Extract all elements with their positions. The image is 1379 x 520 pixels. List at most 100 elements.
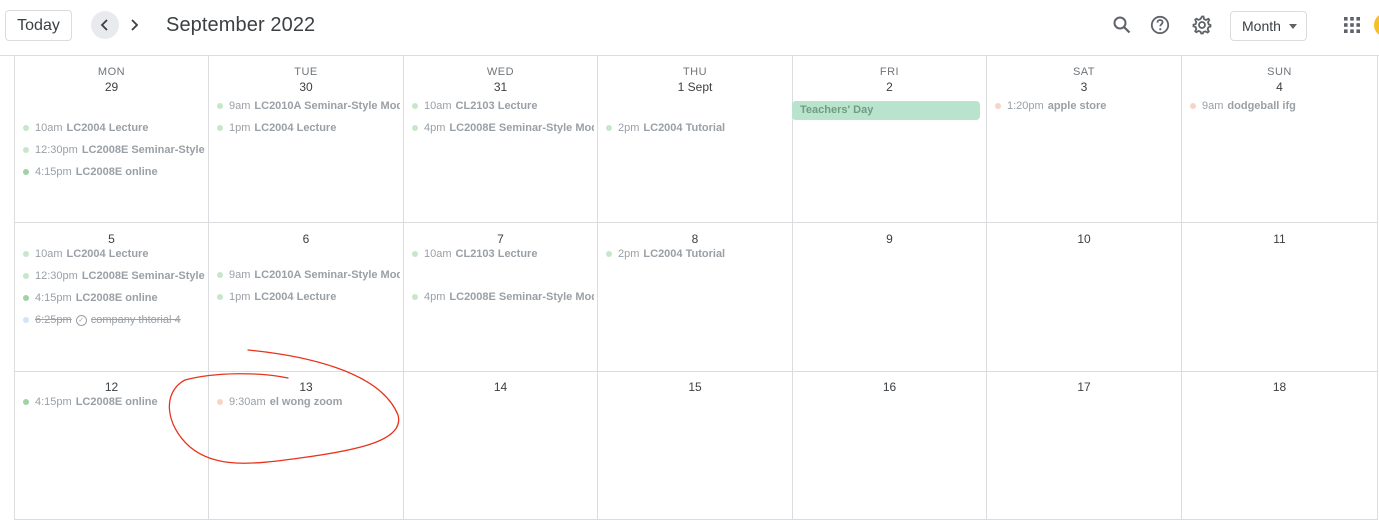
calendar-event[interactable]: 2pm LC2004 Tutorial (606, 246, 789, 262)
event-color-dot (412, 294, 418, 300)
view-selector-label: Month (1242, 18, 1281, 34)
day-cell[interactable]: TUE 30 9am LC2010A Seminar-Style Mod 1pm LC20… (209, 56, 404, 223)
calendar-event[interactable]: 9am LC2010A Seminar-Style Mod (217, 98, 400, 114)
day-number[interactable]: 16 (793, 380, 986, 394)
day-cell[interactable]: MON 29 10am LC2004 Lecture 12:30pm LC2008E Se… (15, 56, 209, 223)
day-cell[interactable]: 12 4:15pm LC2008E online (15, 372, 209, 520)
calendar-event[interactable]: 4pm LC2008E Seminar-Style Modu (412, 289, 594, 305)
day-number[interactable]: 17 (987, 380, 1181, 394)
day-cell[interactable]: 8 2pm LC2004 Tutorial (598, 223, 793, 372)
calendar-event[interactable]: 10am LC2004 Lecture (23, 246, 205, 262)
chevron-right-icon (131, 19, 139, 31)
event-title: dodgeball ifg (1227, 100, 1296, 112)
day-cell[interactable]: 14 (404, 372, 598, 520)
event-title: LC2004 Lecture (66, 248, 149, 260)
event-title: LC2010A Seminar-Style Mod (254, 269, 400, 281)
day-number[interactable]: 9 (793, 232, 986, 246)
day-number[interactable]: 5 (15, 232, 208, 246)
next-month-button[interactable] (120, 11, 148, 39)
calendar-event[interactable]: 4:15pm LC2008E online (23, 164, 205, 180)
calendar-event[interactable]: 9:30am el wong zoom (217, 394, 400, 410)
event-color-dot (606, 125, 612, 131)
day-cell[interactable]: 17 (987, 372, 1182, 520)
help-button[interactable] (1148, 13, 1172, 37)
day-cell[interactable]: SUN 4 9am dodgeball ifg (1182, 56, 1378, 223)
event-time: 4:15pm (35, 292, 72, 304)
settings-button[interactable] (1190, 13, 1214, 37)
day-cell[interactable]: 13 9:30am el wong zoom (209, 372, 404, 520)
calendar-event[interactable]: 9am dodgeball ifg (1190, 98, 1374, 114)
day-cell[interactable]: FRI 2 Teachers' Day (792, 56, 987, 223)
calendar-event[interactable]: 4:15pm LC2008E online (23, 290, 205, 306)
day-cell[interactable]: 10 (987, 223, 1182, 372)
event-color-dot (995, 103, 1001, 109)
day-cell[interactable]: THU 1 Sept 2pm LC2004 Tutorial (598, 56, 793, 223)
calendar-event[interactable]: 10am CL2103 Lecture (412, 98, 594, 114)
calendar-event[interactable]: 1:20pm apple store (995, 98, 1178, 114)
event-time: 10am (424, 100, 452, 112)
event-title: LC2004 Tutorial (643, 248, 726, 260)
day-number[interactable]: 1 Sept (598, 80, 792, 94)
day-cell[interactable]: 18 (1182, 372, 1378, 520)
day-number[interactable]: 3 (987, 80, 1181, 94)
all-day-event[interactable]: Teachers' Day (792, 101, 980, 120)
day-number[interactable]: 31 (404, 80, 597, 94)
calendar-event[interactable]: 6:25pm ✓ company thtorial 4 (23, 312, 205, 328)
day-number[interactable]: 4 (1182, 80, 1377, 94)
event-color-dot (23, 317, 29, 323)
day-number[interactable]: 14 (404, 380, 597, 394)
day-cell[interactable]: 11 (1182, 223, 1378, 372)
day-number[interactable]: 10 (987, 232, 1181, 246)
day-number[interactable]: 12 (15, 380, 208, 394)
avatar[interactable] (1374, 13, 1379, 37)
task-done-icon: ✓ (75, 314, 87, 326)
calendar-event[interactable]: 4pm LC2008E Seminar-Style Modu (412, 120, 594, 136)
day-of-week-label: WED (486, 66, 515, 78)
calendar-event[interactable]: 1pm LC2004 Lecture (217, 289, 400, 305)
event-title: LC2008E online (75, 396, 158, 408)
event-time: 9am (1202, 100, 1224, 112)
day-cell[interactable]: 6 9am LC2010A Seminar-Style Mod 1pm LC2004 L… (209, 223, 404, 372)
event-time: 12:30pm (35, 144, 78, 156)
day-number[interactable]: 8 (598, 232, 792, 246)
calendar-event[interactable]: 12:30pm LC2008E Seminar-Style M (23, 268, 205, 284)
day-of-week-label: MON (97, 66, 126, 78)
calendar-event[interactable]: 10am LC2004 Lecture (23, 120, 205, 136)
calendar-event[interactable]: 12:30pm LC2008E Seminar-Style M (23, 142, 205, 158)
day-cell[interactable]: 16 (793, 372, 987, 520)
calendar-event[interactable]: 2pm LC2004 Tutorial (606, 120, 789, 136)
day-cell[interactable]: 7 10am CL2103 Lecture 4pm LC2008E Seminar-St… (404, 223, 598, 372)
day-number[interactable]: 11 (1182, 232, 1377, 246)
apps-button[interactable] (1340, 13, 1364, 37)
day-cell[interactable]: SAT 3 1:20pm apple store (987, 56, 1182, 223)
day-number[interactable]: 18 (1182, 380, 1377, 394)
view-selector[interactable]: Month (1230, 11, 1307, 41)
event-color-dot (23, 295, 29, 301)
help-icon (1150, 15, 1170, 35)
calendar-event[interactable]: 9am LC2010A Seminar-Style Mod (217, 267, 400, 283)
calendar-event[interactable]: 1pm LC2004 Lecture (217, 120, 400, 136)
day-number[interactable]: 6 (209, 232, 403, 246)
day-number[interactable]: 29 (15, 80, 208, 94)
day-cell[interactable]: 5 10am LC2004 Lecture 12:30pm LC2008E Semina… (15, 223, 209, 372)
day-number[interactable]: 30 (209, 80, 403, 94)
day-cell[interactable]: WED 31 10am CL2103 Lecture 4pm LC2008E Semina… (404, 56, 598, 223)
day-number[interactable]: 13 (209, 380, 403, 394)
day-number[interactable]: 15 (598, 380, 792, 394)
previous-month-button[interactable] (91, 11, 119, 39)
event-time: 9am (229, 100, 251, 112)
day-cell[interactable]: 15 (598, 372, 793, 520)
calendar-event[interactable]: 4:15pm LC2008E online (23, 394, 205, 410)
day-number[interactable]: 2 (793, 80, 986, 94)
day-cell[interactable]: 9 (793, 223, 987, 372)
event-time: 1pm (229, 122, 251, 134)
today-button[interactable]: Today (5, 10, 72, 41)
day-number[interactable]: 7 (404, 232, 597, 246)
event-time: 9am (229, 269, 251, 281)
event-title: CL2103 Lecture (455, 248, 538, 260)
event-title: LC2008E Seminar-Style M (81, 270, 205, 282)
event-time: 12:30pm (35, 270, 78, 282)
calendar-event[interactable]: 10am CL2103 Lecture (412, 246, 594, 262)
event-title: apple store (1047, 100, 1107, 112)
search-button[interactable] (1110, 13, 1134, 37)
